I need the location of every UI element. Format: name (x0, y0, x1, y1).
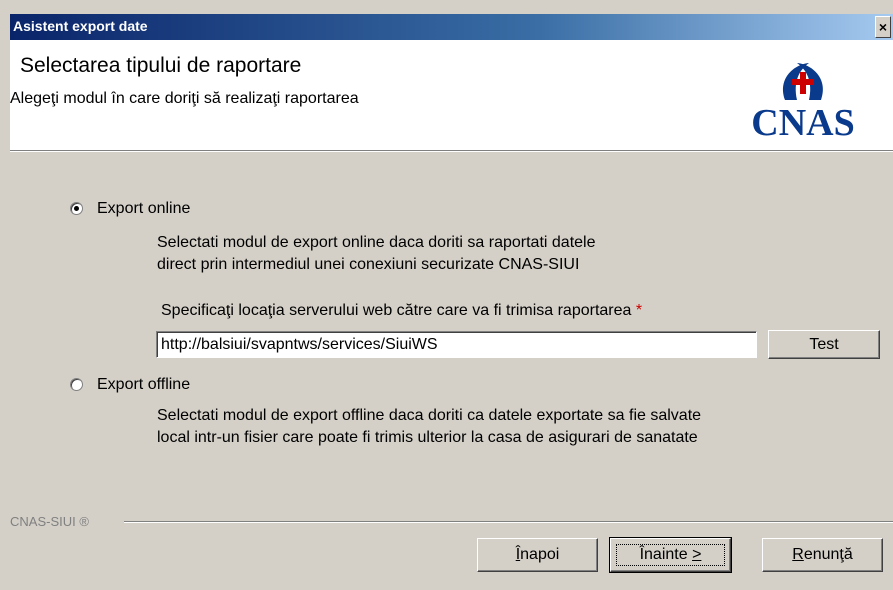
focus-rect (616, 544, 725, 566)
export-offline-radio[interactable] (70, 378, 83, 391)
footer-brand: CNAS-SIUI ® (10, 514, 89, 529)
export-offline-desc-line1: Selectati modul de export offline daca d… (157, 407, 702, 424)
back-button[interactable]: Înapoi (477, 538, 598, 572)
export-wizard-window: Asistent export date × Selectarea tipulu… (0, 0, 893, 590)
page-subtitle: Alegeţi modul în care doriţi să realizaţ… (10, 90, 359, 107)
next-button[interactable]: Înainte > (609, 537, 732, 573)
server-location-label: Specificaţi locaţia serverului web către… (161, 302, 642, 320)
window-title: Asistent export date (13, 18, 148, 34)
test-button-label: Test (809, 336, 839, 353)
export-online-desc-line1: Selectati modul de export online daca do… (157, 234, 596, 251)
server-url-input[interactable] (156, 331, 757, 358)
export-online-desc-line2: direct prin intermediul unei conexiuni s… (157, 256, 580, 273)
close-button[interactable]: × (875, 16, 891, 38)
cancel-label: enunţă (803, 546, 853, 563)
cancel-accel: R (792, 546, 804, 563)
export-offline-desc-line2: local intr-un fisier care poate fi trimi… (157, 429, 698, 446)
export-offline-label[interactable]: Export offline (97, 376, 190, 394)
wizard-header: Selectarea tipului de raportare Alegeţi … (10, 40, 893, 151)
test-button[interactable]: Test (768, 330, 880, 359)
cancel-button[interactable]: Renunţă (762, 538, 883, 572)
footer-divider (124, 521, 893, 523)
header-separator (10, 151, 893, 152)
cnas-logo: CNAS (751, 63, 855, 138)
title-bar: Asistent export date × (10, 14, 893, 40)
close-icon: × (878, 19, 888, 35)
required-asterisk: * (635, 302, 643, 319)
logo-text: CNAS (751, 102, 854, 138)
page-title: Selectarea tipului de raportare (20, 54, 302, 77)
back-label: napoi (520, 546, 560, 563)
export-online-radio[interactable] (70, 202, 83, 215)
export-online-label[interactable]: Export online (97, 200, 190, 218)
radio-selected-dot (74, 206, 79, 211)
server-location-text: Specificaţi locaţia serverului web către… (161, 302, 632, 319)
